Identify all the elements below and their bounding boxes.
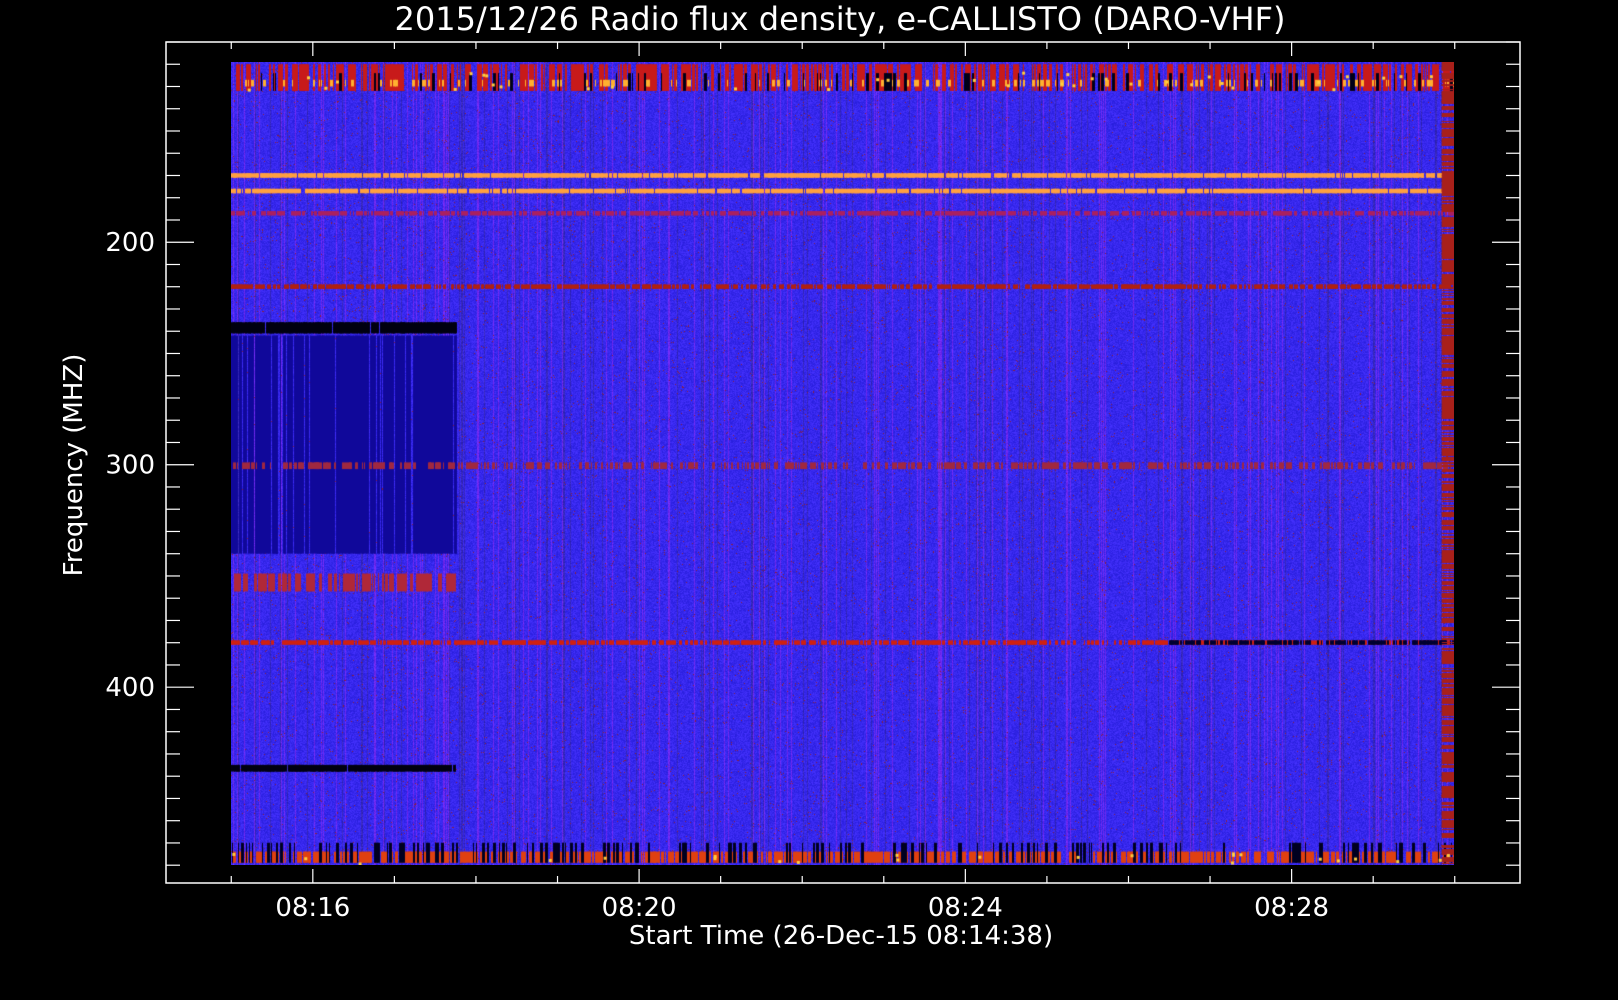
- chart-title: 2015/12/26 Radio flux density, e-CALLIST…: [395, 0, 1286, 38]
- y-tick-label: 400: [105, 673, 155, 703]
- heatmap-canvas: [231, 62, 1454, 865]
- x-tick-label: 08:24: [928, 893, 1003, 923]
- y-tick-label: 200: [105, 228, 155, 258]
- x-tick-label: 08:16: [275, 893, 350, 923]
- x-axis-title: Start Time (26-Dec-15 08:14:38): [629, 921, 1053, 951]
- y-tick-label: 300: [105, 451, 155, 481]
- spectrogram-figure: 2015/12/26 Radio flux density, e-CALLIST…: [0, 0, 1618, 1000]
- heatmap-area: [231, 62, 1454, 865]
- x-tick-label: 08:28: [1254, 893, 1329, 923]
- x-tick-label: 08:20: [602, 893, 677, 923]
- y-axis-title: Frequency (MHZ): [59, 354, 89, 577]
